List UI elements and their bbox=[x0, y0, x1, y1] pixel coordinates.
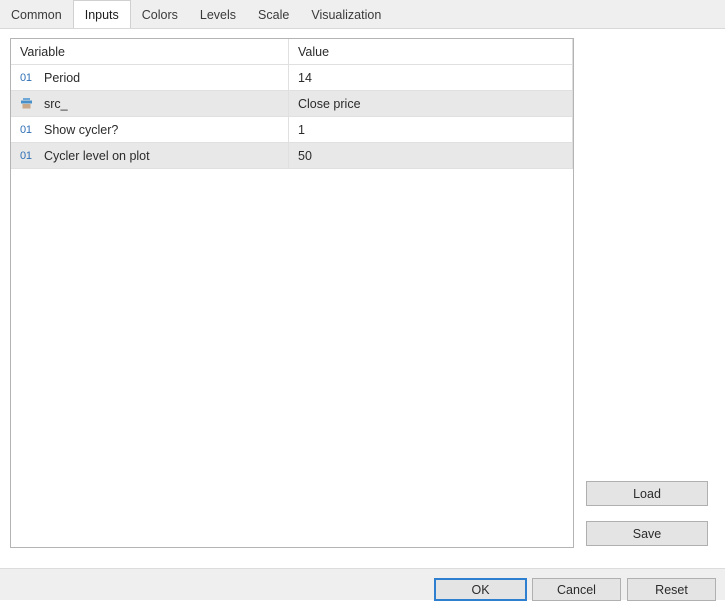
table-row[interactable]: 01 Cycler level on plot 50 bbox=[11, 143, 573, 169]
column-header-variable: Variable bbox=[20, 44, 65, 59]
column-header-variable-cell: Variable bbox=[11, 39, 289, 64]
cancel-button-label: Cancel bbox=[557, 582, 596, 597]
reset-button[interactable]: Reset bbox=[627, 578, 716, 601]
row-value-cell[interactable]: 50 bbox=[289, 143, 573, 168]
tab-inputs[interactable]: Inputs bbox=[72, 0, 131, 29]
integer-01-icon-text: 01 bbox=[20, 71, 32, 84]
table-scroll-rail[interactable] bbox=[572, 39, 573, 169]
row-value-text: 14 bbox=[298, 70, 312, 85]
ok-button-label: OK bbox=[471, 582, 490, 597]
row-value-text: 1 bbox=[298, 122, 305, 137]
load-button[interactable]: Load bbox=[586, 481, 708, 506]
row-variable-cell: 01 Show cycler? bbox=[11, 117, 289, 142]
save-button[interactable]: Save bbox=[586, 521, 708, 546]
integer-01-icon: 01 bbox=[20, 124, 44, 136]
save-button-label: Save bbox=[632, 526, 662, 541]
row-variable-cell: 01 Cycler level on plot bbox=[11, 143, 289, 168]
tab-inputs-label: Inputs bbox=[84, 8, 119, 22]
tab-common-label: Common bbox=[11, 7, 62, 22]
column-header-value-cell: Value bbox=[289, 39, 573, 64]
tab-common[interactable]: Common bbox=[0, 0, 73, 29]
integer-01-icon-text: 01 bbox=[20, 149, 32, 162]
ok-button[interactable]: OK bbox=[434, 578, 527, 601]
tab-scale[interactable]: Scale bbox=[247, 0, 300, 29]
tab-visualization-label: Visualization bbox=[311, 7, 382, 22]
tab-colors[interactable]: Colors bbox=[131, 0, 189, 29]
tab-scale-label: Scale bbox=[258, 7, 290, 22]
source-series-icon bbox=[20, 97, 44, 110]
tab-visualization[interactable]: Visualization bbox=[300, 0, 392, 29]
inputs-table-panel: Variable Value 01 Period 14 src_ Close p… bbox=[10, 38, 574, 548]
row-variable-label: Cycler level on plot bbox=[44, 148, 150, 163]
row-value-cell[interactable]: 14 bbox=[289, 65, 573, 90]
source-series-icon-glyph bbox=[21, 98, 32, 109]
table-row[interactable]: 01 Show cycler? 1 bbox=[11, 117, 573, 143]
tab-list: Common Inputs Colors Levels Scale Visual… bbox=[0, 0, 392, 29]
row-value-cell[interactable]: Close price bbox=[289, 91, 573, 116]
table-row[interactable]: 01 Period 14 bbox=[11, 65, 573, 91]
table-row[interactable]: src_ Close price bbox=[11, 91, 573, 117]
integer-01-icon: 01 bbox=[20, 150, 44, 162]
integer-01-icon-text: 01 bbox=[20, 123, 32, 136]
row-value-text: 50 bbox=[298, 148, 312, 163]
tab-strip-underline bbox=[0, 28, 725, 29]
row-variable-cell: 01 Period bbox=[11, 65, 289, 90]
row-variable-label: src_ bbox=[44, 96, 68, 111]
row-value-cell[interactable]: 1 bbox=[289, 117, 573, 142]
inputs-table: Variable Value 01 Period 14 src_ Close p… bbox=[11, 39, 573, 169]
row-variable-cell: src_ bbox=[11, 91, 289, 116]
row-variable-label: Show cycler? bbox=[44, 122, 119, 137]
load-button-label: Load bbox=[633, 486, 661, 501]
integer-01-icon: 01 bbox=[20, 72, 44, 84]
tab-strip: Common Inputs Colors Levels Scale Visual… bbox=[0, 0, 725, 29]
tab-levels-label: Levels bbox=[199, 7, 237, 22]
tab-colors-label: Colors bbox=[141, 7, 178, 22]
table-header-row: Variable Value bbox=[11, 39, 573, 65]
reset-button-label: Reset bbox=[655, 582, 688, 597]
cancel-button[interactable]: Cancel bbox=[532, 578, 621, 601]
column-header-value: Value bbox=[298, 44, 330, 59]
tab-levels[interactable]: Levels bbox=[189, 0, 247, 29]
row-value-text: Close price bbox=[298, 96, 361, 111]
row-variable-label: Period bbox=[44, 70, 81, 85]
